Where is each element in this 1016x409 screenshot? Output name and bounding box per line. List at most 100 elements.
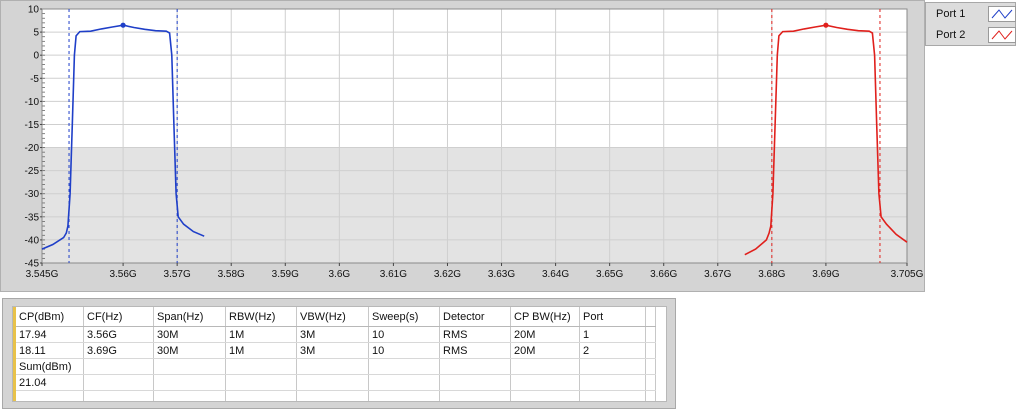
table-cell[interactable] [579,358,646,375]
table-header-cell: RBW(Hz) [225,307,297,327]
y-tick-label: -15 [25,120,40,131]
plot-band-lower [42,147,907,263]
y-tick-label: -45 [25,259,40,270]
table-header-row: CP(dBm) CF(Hz) Span(Hz) RBW(Hz) VBW(Hz) Sweep… [13,307,656,327]
x-tick-label: 3.64G [542,269,569,280]
x-tick-label: 3.63G [488,269,515,280]
table-cell[interactable] [645,326,656,343]
table-header-cell: Span(Hz) [153,307,226,327]
spectrum-plot[interactable]: 10 5 0 -5 -10 -15 -20 -25 -30 -35 -40 -453.545G 3.56… [1,1,926,293]
x-tick-label: 3.67G [704,269,731,280]
y-tick-label: -40 [25,235,40,246]
table-cell[interactable]: 18.11 [13,342,84,359]
table-row[interactable]: Sum(dBm) [13,358,656,375]
table-cell[interactable] [579,374,646,391]
table-cell[interactable] [296,358,369,375]
table-cell[interactable] [510,358,580,375]
table-header-cell [645,307,656,327]
table-cell[interactable]: 1M [225,326,297,343]
table-cell[interactable] [225,374,297,391]
x-tick-label: 3.69G [812,269,839,280]
table-header-cell: Detector [439,307,511,327]
table-row[interactable]: 17.94 3.56G 30M 1M 3M 10 RMS 20M 1 [13,326,656,343]
table-cell[interactable] [368,374,440,391]
x-tick-label: 3.56G [109,269,136,280]
table-header-cell: VBW(Hz) [296,307,369,327]
table-row[interactable]: 21.04 [13,374,656,391]
table-cell[interactable]: 2 [579,342,646,359]
results-table[interactable]: CP(dBm) CF(Hz) Span(Hz) RBW(Hz) VBW(Hz) Sweep… [12,306,667,402]
table-cell[interactable] [368,390,440,401]
table-cell[interactable] [225,390,297,401]
table-cell[interactable]: 3M [296,326,369,343]
results-table-frame: CP(dBm) CF(Hz) Span(Hz) RBW(Hz) VBW(Hz) Sweep… [2,298,676,409]
table-cell[interactable]: 1M [225,342,297,359]
table-cell[interactable]: Sum(dBm) [13,358,84,375]
x-tick-label: 3.59G [272,269,299,280]
y-tick-label: -10 [25,97,40,108]
spectrum-graph[interactable]: 10 5 0 -5 -10 -15 -20 -25 -30 -35 -40 -45 3.545G 3.56… [0,0,925,292]
table-cell[interactable] [645,342,656,359]
table-cell[interactable] [439,390,511,401]
table-cell[interactable]: 3.56G [83,326,154,343]
y-tick-label: 10 [28,5,40,16]
table-cell[interactable] [510,390,580,401]
x-tick-label: 3.58G [218,269,245,280]
x-tick-label: 3.68G [758,269,785,280]
line-style-icon[interactable] [988,6,1016,22]
table-row[interactable]: 18.11 3.69G 30M 1M 3M 10 RMS 20M 2 [13,342,656,359]
table-header-cell: CF(Hz) [83,307,154,327]
table-cell[interactable]: 20M [510,342,580,359]
table-cell[interactable]: 10 [368,326,440,343]
table-cell[interactable] [225,358,297,375]
table-cell[interactable] [368,358,440,375]
table-cell[interactable] [83,374,154,391]
table-cell[interactable] [645,390,656,401]
table-cell[interactable]: 3M [296,342,369,359]
table-cell[interactable] [439,358,511,375]
y-tick-label: 5 [33,28,39,39]
table-header-cell: Port [579,307,646,327]
y-tick-label: -35 [25,212,40,223]
table-cell[interactable] [296,390,369,401]
table-cell[interactable] [153,390,226,401]
legend-label: Port 1 [936,8,966,20]
table-cell[interactable]: 20M [510,326,580,343]
table-cell[interactable]: 30M [153,342,226,359]
y-tick-label: -25 [25,166,40,177]
line-style-icon[interactable] [988,27,1016,43]
table-cell[interactable] [153,358,226,375]
table-cell[interactable]: 17.94 [13,326,84,343]
table-cell[interactable]: 1 [579,326,646,343]
table-cell[interactable] [645,374,656,391]
table-cell[interactable]: 10 [368,342,440,359]
x-tick-label: 3.66G [650,269,677,280]
table-cell[interactable]: RMS [439,342,511,359]
table-cell[interactable] [153,374,226,391]
table-cell[interactable] [439,374,511,391]
x-tick-label: 3.6G [329,269,351,280]
table-cell[interactable]: RMS [439,326,511,343]
table-cell[interactable] [645,358,656,375]
legend-item-port-1[interactable]: Port 1 [926,4,1016,25]
table-cell[interactable]: 21.04 [13,374,84,391]
y-tick-label: -5 [30,74,39,85]
table-header-cell: CP BW(Hz) [510,307,580,327]
table-cell[interactable] [579,390,646,401]
plot-legend: Port 1 Port 2 [925,2,1016,46]
table-cell[interactable] [13,390,84,401]
table-cell[interactable] [510,374,580,391]
legend-item-port-2[interactable]: Port 2 [926,25,1016,46]
table-cell[interactable]: 3.69G [83,342,154,359]
x-tick-label: 3.705G [891,269,924,280]
peak-marker-port-1[interactable] [120,22,126,28]
x-tick-label: 3.545G [26,269,59,280]
table-cell[interactable] [83,358,154,375]
table-cell[interactable] [83,390,154,401]
table-cell[interactable] [296,374,369,391]
y-tick-label: -20 [25,143,40,154]
table-cell[interactable]: 30M [153,326,226,343]
x-tick-label: 3.57G [164,269,191,280]
peak-marker-port-2[interactable] [823,22,829,28]
table-row[interactable] [13,390,656,401]
